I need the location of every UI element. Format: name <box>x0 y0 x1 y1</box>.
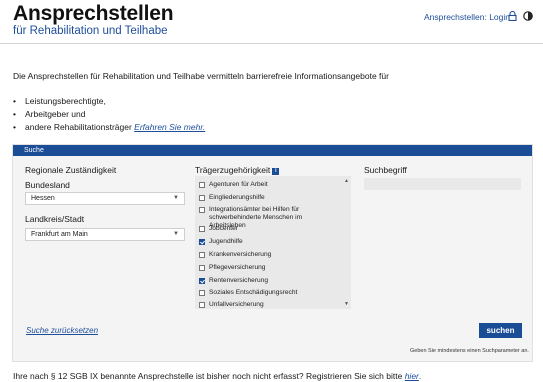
list-item: Leistungsberechtigte, <box>13 95 205 108</box>
carrier-title-text: Trägerzugehörigkeit <box>195 165 271 175</box>
checkbox-checked[interactable] <box>199 239 205 245</box>
carrier-option-label: Agenturen für Arbeit <box>209 181 268 188</box>
carrier-option-jobcenter[interactable]: Jobcenter <box>199 225 339 233</box>
lock-icon[interactable] <box>508 11 517 21</box>
carrier-option-label: Soziales Entschädigungsrecht <box>209 289 298 296</box>
checkbox[interactable] <box>199 302 205 308</box>
district-label: Landkreis/Stadt <box>25 214 85 224</box>
carrier-option-jugendhilfe[interactable]: Jugendhilfe <box>199 238 339 246</box>
checkbox[interactable] <box>199 207 205 213</box>
carrier-option-unfallversicherung[interactable]: Unfallversicherung <box>199 301 339 309</box>
carrier-title: Trägerzugehörigkeit i <box>195 165 280 175</box>
search-panel: Suche Regionale Zuständigkeit Bundesland… <box>12 144 533 362</box>
regional-title: Regionale Zuständigkeit <box>25 165 117 175</box>
carrier-option-agenturen[interactable]: Agenturen für Arbeit <box>199 181 339 189</box>
checkbox[interactable] <box>199 226 205 232</box>
checkbox[interactable] <box>199 290 205 296</box>
list-item: andere Rehabilitationsträger Erfahren Si… <box>13 121 205 134</box>
contrast-icon[interactable] <box>523 11 533 21</box>
intro-text: Die Ansprechstellen für Rehabilitation u… <box>13 71 389 81</box>
checkbox[interactable] <box>199 265 205 271</box>
carrier-option-krankenversicherung[interactable]: Krankenversicherung <box>199 251 339 259</box>
search-button[interactable]: suchen <box>479 323 522 338</box>
footer-suffix: . <box>418 371 422 381</box>
district-select-value: Frankfurt am Main <box>31 231 88 238</box>
carrier-option-label: Eingliederungshilfe <box>209 194 265 201</box>
list-item: Arbeitgeber und <box>13 108 205 121</box>
state-select[interactable]: Hessen ▼ <box>25 192 185 205</box>
carrier-option-label: Jugendhilfe <box>209 238 243 245</box>
chevron-down-icon: ▼ <box>173 195 179 201</box>
info-icon[interactable]: i <box>272 168 280 175</box>
carrier-option-label: Unfallversicherung <box>209 301 264 308</box>
bullet-text: Arbeitgeber und <box>25 109 86 119</box>
search-hint: Geben Sie mindestens einen Suchparameter… <box>410 348 529 354</box>
footer-text: Ihre nach § 12 SGB IX benannte Ansprechs… <box>13 371 421 381</box>
checkbox-checked[interactable] <box>199 278 205 284</box>
site-subtitle: für Rehabilitation und Teilhabe <box>13 25 168 37</box>
carrier-option-label: Rentenversicherung <box>209 277 269 284</box>
carrier-option-soziales-entschaedigungsrecht[interactable]: Soziales Entschädigungsrecht <box>199 289 339 297</box>
login-link[interactable]: Ansprechstellen: Login <box>424 12 510 22</box>
site-title: Ansprechstellen <box>13 2 174 25</box>
site-header: Ansprechstellen für Rehabilitation und T… <box>0 0 543 44</box>
carrier-option-label: Jobcenter <box>209 225 238 232</box>
bullet-text: andere Rehabilitationsträger <box>25 122 132 132</box>
checkbox[interactable] <box>199 182 205 188</box>
carrier-option-rentenversicherung[interactable]: Rentenversicherung <box>199 277 339 285</box>
learn-more-link[interactable]: Erfahren Sie mehr. <box>134 122 205 132</box>
keyword-input[interactable] <box>364 178 521 190</box>
scroll-down-icon[interactable]: ▼ <box>344 301 349 307</box>
keyword-title: Suchbegriff <box>364 165 407 175</box>
checkbox[interactable] <box>199 252 205 258</box>
reset-search-link[interactable]: Suche zurücksetzen <box>26 326 98 335</box>
search-panel-header: Suche <box>13 145 532 156</box>
state-label: Bundesland <box>25 180 70 190</box>
checkbox[interactable] <box>199 195 205 201</box>
scroll-up-icon[interactable]: ▲ <box>344 178 349 184</box>
district-select[interactable]: Frankfurt am Main ▼ <box>25 228 185 241</box>
state-select-value: Hessen <box>31 195 55 202</box>
register-link[interactable]: hier <box>405 371 419 381</box>
carrier-option-pflegeversicherung[interactable]: Pflegeversicherung <box>199 264 339 272</box>
carrier-list[interactable]: Agenturen für Arbeit Eingliederungshilfe… <box>195 176 351 309</box>
carrier-option-label: Krankenversicherung <box>209 251 272 258</box>
chevron-down-icon: ▼ <box>173 231 179 237</box>
target-group-list: Leistungsberechtigte, Arbeitgeber und an… <box>13 95 205 134</box>
bullet-text: Leistungsberechtigte, <box>25 96 106 106</box>
footer-message: Ihre nach § 12 SGB IX benannte Ansprechs… <box>13 371 405 381</box>
carrier-option-label: Pflegeversicherung <box>209 264 266 271</box>
carrier-option-eingliederungshilfe[interactable]: Eingliederungshilfe <box>199 194 339 202</box>
